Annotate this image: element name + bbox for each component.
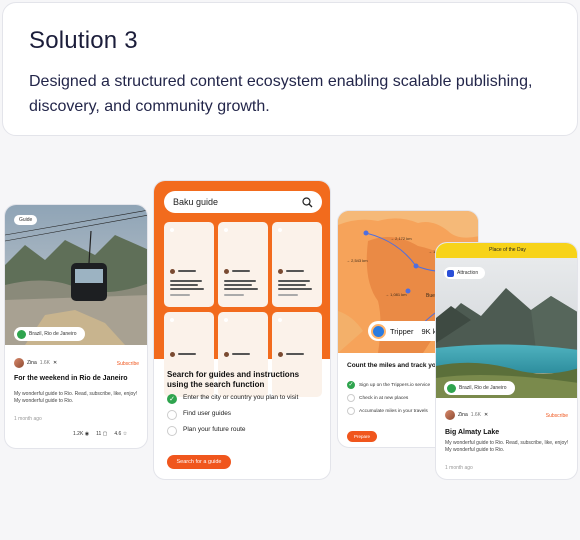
- comment-icon: ▢: [102, 431, 108, 437]
- attraction-chip: Attraction: [444, 267, 486, 279]
- search-guides-card: Baku guide Search for guides and instruc…: [153, 180, 331, 480]
- guide-tile[interactable]: [218, 222, 268, 307]
- location-chip: Brazil, Rio de Janeiro: [14, 327, 85, 341]
- check-icon: ✓: [167, 394, 177, 404]
- avatar: [371, 323, 386, 339]
- close-icon: ✕: [53, 360, 58, 366]
- follower-count: 1.6K: [39, 360, 51, 366]
- solution-description: Designed a structured content ecosystem …: [29, 73, 533, 115]
- lake-image: [436, 258, 577, 398]
- card-stats: 1.2K ◉ 11 ▢ 4.6 ☆: [73, 431, 127, 437]
- distance-label: → 2,543 km: [346, 258, 368, 263]
- place-of-day-card[interactable]: Place of the Day Attraction Brazil, Rio …: [435, 242, 578, 480]
- list-item: ✓ Enter the city or country you plan to …: [167, 394, 327, 404]
- author-name: Zina: [458, 412, 468, 418]
- empty-circle-icon: [347, 407, 355, 415]
- comments-count: 11: [96, 431, 102, 437]
- location-chip: Brazil, Rio de Janeiro: [444, 381, 515, 395]
- timestamp: 1 month ago: [445, 465, 473, 471]
- author-row: Zina 1.6K ✕: [14, 358, 57, 368]
- rating-value: 4.6: [114, 431, 122, 437]
- star-icon: ☆: [122, 431, 128, 437]
- location-label: Brazil, Rio de Janeiro: [29, 331, 77, 337]
- attraction-icon: [447, 269, 454, 277]
- distance-label: → 1,081 km: [385, 292, 407, 297]
- location-label: Brazil, Rio de Janeiro: [459, 385, 507, 391]
- guide-tag: Guide: [14, 215, 38, 225]
- empty-circle-icon: [167, 426, 177, 436]
- attraction-label: Attraction: [457, 270, 479, 276]
- step-label: Accumulate miles in your travels: [359, 408, 428, 414]
- timestamp: 1 month ago: [14, 416, 42, 422]
- search-input[interactable]: Baku guide: [164, 191, 322, 213]
- follower-count: 1.6K: [470, 412, 482, 418]
- empty-circle-icon: [167, 410, 177, 420]
- card-title: For the weekend in Rio de Janeiro: [14, 375, 128, 382]
- step-label: Enter the city or country you plan to vi…: [183, 394, 299, 401]
- tripper-label: Tripper: [390, 326, 414, 336]
- author-row: Zina 1.6K ✕: [445, 410, 488, 420]
- search-steps-list: ✓ Enter the city or country you plan to …: [167, 394, 327, 442]
- rio-cable-car-image: [5, 205, 147, 345]
- map-pin-icon: [17, 329, 26, 339]
- solution-card: Solution 3 Designed a structured content…: [2, 2, 578, 136]
- prepare-button[interactable]: Prepare: [347, 431, 377, 442]
- check-icon: ✓: [347, 381, 355, 389]
- avatar: [14, 358, 24, 368]
- eye-icon: ◉: [84, 431, 90, 437]
- avatar: [445, 410, 455, 420]
- empty-circle-icon: [347, 394, 355, 402]
- views-count: 1.2K: [73, 431, 84, 437]
- card-body: My wonderful guide to Rio. Read, subscri…: [445, 440, 569, 453]
- search-results-panel: Baku guide: [154, 181, 330, 397]
- search-value: Baku guide: [173, 197, 219, 207]
- map-pin-icon: [447, 383, 456, 393]
- list-item: Find user guides: [167, 410, 327, 420]
- guide-feed-card[interactable]: Guide Brazil, Rio de Janeiro Zina 1.6K ✕…: [4, 204, 148, 449]
- distance-label: Bue: [426, 293, 435, 299]
- search-heading: Search for guides and instructions using…: [167, 370, 300, 389]
- guide-tile[interactable]: [164, 222, 214, 307]
- step-label: Plan your future route: [183, 426, 246, 433]
- step-label: Sign up on the Trippers.io service: [359, 382, 431, 388]
- guide-tile[interactable]: [272, 222, 322, 307]
- card-body: My wonderful guide to Rio. Read, subscri…: [14, 391, 138, 404]
- author-name: Zina: [27, 360, 37, 366]
- distance-label: → 2,172 km: [390, 236, 412, 241]
- list-item: Plan your future route: [167, 426, 327, 436]
- close-icon: ✕: [484, 412, 489, 418]
- search-icon[interactable]: [302, 196, 313, 208]
- step-label: Check in at new places: [359, 395, 409, 401]
- solution-title: Solution 3: [29, 27, 138, 54]
- subscribe-link[interactable]: Subscribe: [117, 361, 139, 367]
- card-title: Big Almaty Lake: [445, 429, 500, 436]
- search-guide-button[interactable]: Search for a guide: [167, 455, 231, 469]
- place-of-day-banner: Place of the Day: [436, 243, 577, 258]
- step-label: Find user guides: [183, 410, 232, 417]
- subscribe-link[interactable]: Subscribe: [546, 413, 568, 419]
